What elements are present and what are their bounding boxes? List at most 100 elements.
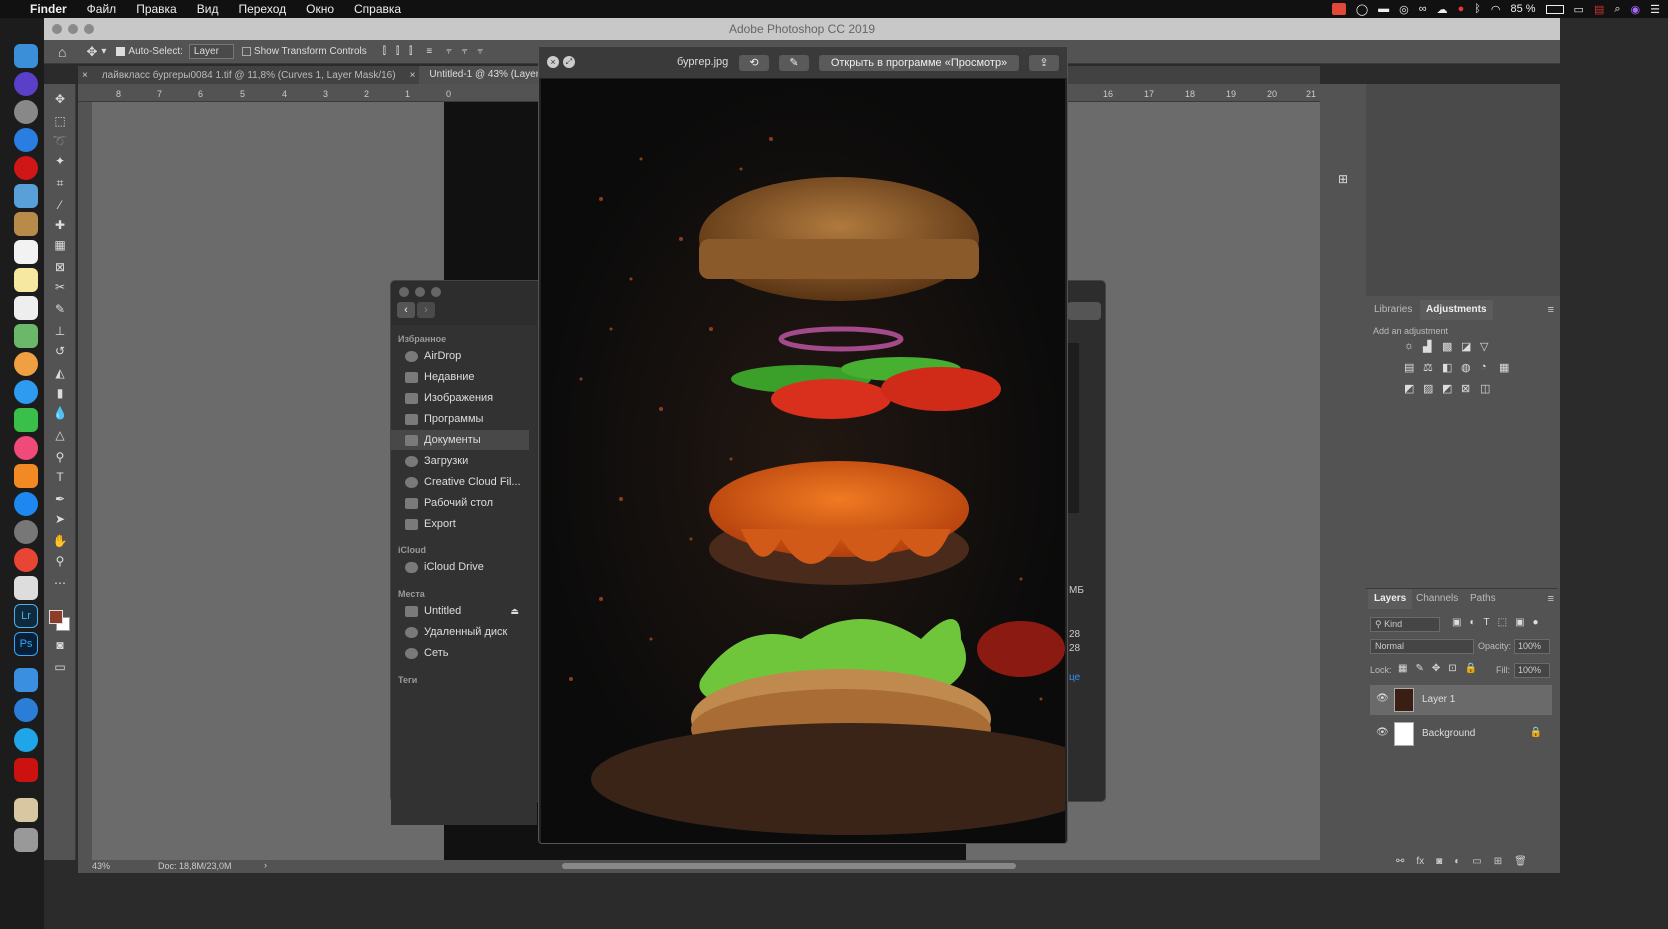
lock-artboard-icon[interactable]: ⊡ xyxy=(1448,663,1456,674)
dock-messages-icon[interactable] xyxy=(14,380,38,404)
path-select-tool-icon[interactable]: ➤ xyxy=(52,512,68,526)
sharpen-tool-icon[interactable]: △ xyxy=(52,428,68,442)
opacity-field[interactable]: 100% xyxy=(1514,639,1550,654)
dock-skype-icon[interactable] xyxy=(14,728,38,752)
layer-row-background[interactable]: 👁 Background 🔒 xyxy=(1370,719,1552,749)
layer-mask-icon[interactable]: ◙ xyxy=(1436,856,1442,867)
dock-keynote-icon[interactable] xyxy=(14,668,38,692)
levels-icon[interactable]: ▟ xyxy=(1423,340,1442,353)
status-sync-icon[interactable]: ◎ xyxy=(1399,3,1409,16)
tab-layers[interactable]: Layers xyxy=(1368,589,1413,609)
forward-button[interactable]: › xyxy=(417,302,435,318)
zoom-tool-icon[interactable]: ⚲ xyxy=(52,554,68,568)
dock-preview-icon[interactable] xyxy=(14,184,38,208)
lock-image-icon[interactable]: ✎ xyxy=(1415,663,1423,674)
filter-toggle-icon[interactable]: ● xyxy=(1533,617,1539,628)
vibrance-icon[interactable]: ▽ xyxy=(1480,340,1499,353)
dock-facetime-icon[interactable] xyxy=(14,408,38,432)
align-top-icon[interactable]: ⫧ xyxy=(446,46,452,57)
status-circle-icon[interactable]: ◯ xyxy=(1356,3,1368,16)
status-red-app-icon[interactable]: ● xyxy=(1458,3,1465,15)
screen-mode-icon[interactable]: ▭ xyxy=(52,660,68,674)
rotate-button[interactable]: ⟲ xyxy=(739,55,769,71)
menu-go[interactable]: Переход xyxy=(228,2,296,16)
color-lookup-icon[interactable]: ▦ xyxy=(1499,361,1518,374)
dock-opera-icon[interactable] xyxy=(14,156,38,180)
curves-icon[interactable]: ▩ xyxy=(1442,340,1461,353)
markup-button[interactable]: ✎ xyxy=(779,55,809,71)
selective-color-icon[interactable]: ⊠ xyxy=(1461,382,1480,395)
dock-books-icon[interactable] xyxy=(14,464,38,488)
visibility-eye-icon[interactable]: 👁 xyxy=(1376,727,1389,738)
back-button[interactable]: ‹ xyxy=(397,302,415,318)
dock-photos-icon[interactable] xyxy=(14,352,38,376)
zoom-level[interactable]: 43% xyxy=(92,861,110,871)
menu-file[interactable]: Файл xyxy=(77,2,127,16)
lock-all-icon[interactable]: 🔒 xyxy=(1465,663,1477,674)
posterize-icon[interactable]: ▨ xyxy=(1423,382,1442,395)
dock-safari-icon[interactable] xyxy=(14,128,38,152)
photo-filter-icon[interactable]: ◍ xyxy=(1461,361,1480,374)
window-close-button[interactable] xyxy=(52,24,62,34)
tab-burger-document[interactable]: лайвкласс бургеры0084 1.tif @ 11,8% (Cur… xyxy=(92,70,406,81)
lock-position-icon[interactable]: ✥ xyxy=(1432,663,1440,674)
more-tools-icon[interactable]: ⋯ xyxy=(52,576,68,590)
foreground-color-swatch[interactable] xyxy=(49,610,63,624)
share-button[interactable]: ⇪ xyxy=(1029,55,1059,71)
magic-wand-tool-icon[interactable]: ✦ xyxy=(52,154,68,168)
menu-edit[interactable]: Правка xyxy=(126,2,187,16)
dock-trash-icon[interactable] xyxy=(14,828,38,852)
marquee-tool-icon[interactable]: ⬚ xyxy=(52,114,68,128)
filter-adjustment-icon[interactable]: ◐ xyxy=(1469,617,1475,628)
sidebar-item-applications[interactable]: Программы xyxy=(391,409,529,429)
patch-tool-icon[interactable]: ▦ xyxy=(52,238,68,252)
color-balance-icon[interactable]: ⚖ xyxy=(1423,361,1442,374)
filter-pixel-icon[interactable]: ▣ xyxy=(1452,617,1461,628)
tab-paths[interactable]: Paths xyxy=(1464,589,1502,609)
battery-percent[interactable]: 85 % xyxy=(1510,3,1535,15)
status-app-icon[interactable] xyxy=(1331,3,1346,15)
quick-mask-icon[interactable]: ◙ xyxy=(52,638,68,652)
notifications-icon[interactable]: ☰ xyxy=(1650,3,1660,16)
healing-tool-icon[interactable]: ✚ xyxy=(52,218,68,232)
align-left-icon[interactable]: ⫿ xyxy=(383,46,386,57)
move-tool-icon[interactable]: ✥ xyxy=(86,44,97,60)
type-tool-icon[interactable]: T xyxy=(52,470,68,484)
dock-maps-icon[interactable] xyxy=(14,324,38,348)
exposure-icon[interactable]: ◪ xyxy=(1461,340,1480,353)
align-middle-icon[interactable]: ⫧ xyxy=(462,46,468,57)
panel-menu-icon[interactable]: ≡ xyxy=(1548,304,1554,316)
eraser-tool-icon[interactable]: ◭ xyxy=(52,366,68,380)
sidebar-item-airdrop[interactable]: AirDrop xyxy=(391,346,529,366)
filter-smart-icon[interactable]: ▣ xyxy=(1515,617,1524,628)
new-layer-icon[interactable]: ⊞ xyxy=(1494,856,1502,867)
dock-textedit-icon[interactable] xyxy=(14,296,38,320)
home-icon[interactable]: ⌂ xyxy=(58,44,66,60)
sidebar-item-pictures[interactable]: Изображения xyxy=(391,388,529,408)
sidebar-item-creative-cloud[interactable]: Creative Cloud Fil... xyxy=(391,472,529,492)
more-link-partial[interactable]: це xyxy=(1069,672,1080,683)
gradient-map-icon[interactable]: ◫ xyxy=(1480,382,1499,395)
dock-stickies-icon[interactable] xyxy=(14,268,38,292)
dock-downloads-icon[interactable] xyxy=(14,798,38,822)
show-transform-checkbox[interactable] xyxy=(241,47,251,56)
quicklook-close-button[interactable]: × xyxy=(547,56,559,68)
search-icon[interactable]: ⌕ xyxy=(1614,3,1620,16)
properties-panel-icon[interactable]: ⊞ xyxy=(1338,172,1358,190)
tab-close-icon[interactable]: × xyxy=(78,70,92,81)
tool-preset-chevron-icon[interactable]: ▾ xyxy=(101,46,106,57)
stamp-tool-icon[interactable]: ⊥ xyxy=(52,324,68,338)
eject-icon[interactable]: ⏏ xyxy=(510,606,519,617)
align-center-icon[interactable]: ⫿ xyxy=(396,46,399,57)
dock-launchpad-icon[interactable] xyxy=(14,100,38,124)
fill-field[interactable]: 100% xyxy=(1514,663,1550,678)
finder-close-button[interactable] xyxy=(399,287,409,297)
airplay-icon[interactable]: ▭ xyxy=(1574,3,1584,16)
layer-name[interactable]: Background xyxy=(1422,728,1475,739)
status-arrow-icon[interactable]: › xyxy=(264,860,267,870)
window-minimize-button[interactable] xyxy=(68,24,78,34)
layer-filter-dropdown[interactable]: ⚲ Kind xyxy=(1370,617,1440,632)
tab-adjustments[interactable]: Adjustments xyxy=(1420,300,1493,320)
dock-calendar-icon[interactable] xyxy=(14,240,38,264)
sidebar-item-recents[interactable]: Недавние xyxy=(391,367,529,387)
